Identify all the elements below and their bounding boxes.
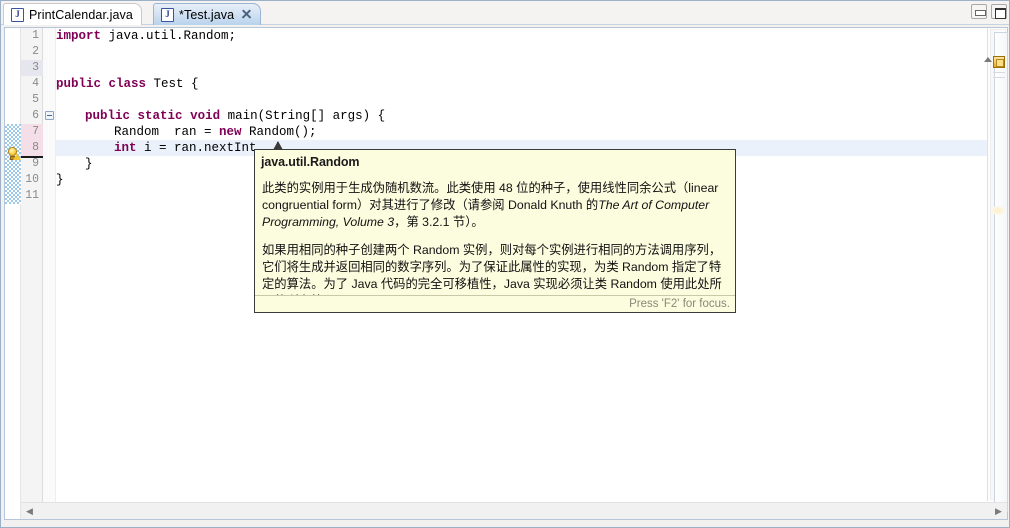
- line-number: 7: [32, 125, 39, 138]
- line-number: 5: [32, 93, 39, 106]
- editor-tab-bar: J PrintCalendar.java J *Test.java: [1, 1, 1009, 25]
- minimize-button[interactable]: [971, 4, 987, 19]
- window-bottom-edge: [4, 520, 1006, 524]
- scroll-right-icon[interactable]: ▶: [990, 503, 1007, 519]
- keyword-token: public: [56, 77, 102, 91]
- ruler-tick: [993, 72, 1005, 73]
- keyword-token: public: [85, 109, 131, 123]
- warning-marker[interactable]: [993, 56, 1005, 68]
- line-number-ruler: 1 2 3 4 5 6 7 8 9 10 11: [21, 28, 43, 519]
- collapse-icon[interactable]: [45, 111, 54, 120]
- java-file-icon: J: [11, 7, 24, 22]
- scrollbar-thumb[interactable]: [994, 32, 1008, 512]
- keyword-token: import: [56, 29, 102, 43]
- code-line-10: }: [56, 172, 64, 188]
- keyword-token: int: [114, 141, 137, 155]
- keyword-token: class: [108, 77, 147, 91]
- selection-range-indicator: [5, 124, 21, 204]
- line-number: 11: [25, 189, 39, 202]
- javadoc-hover-tooltip: java.util.Random 此类的实例用于生成伪随机数流。此类使用 48 …: [254, 149, 736, 313]
- tooltip-p1-text-b: ，第 3.2.1 节）。: [394, 215, 484, 229]
- tooltip-title: java.util.Random: [261, 155, 360, 169]
- plain-token: java.util.Random;: [101, 29, 237, 43]
- eclipse-editor-window: J PrintCalendar.java J *Test.java 1 2 3 …: [0, 0, 1010, 528]
- caret-position-marker: [984, 57, 992, 62]
- java-file-icon: J: [161, 7, 174, 22]
- annotation-ruler[interactable]: [5, 28, 21, 519]
- ruler-tick: [993, 77, 1005, 78]
- quickfix-warning-bulb-icon[interactable]: [6, 147, 21, 161]
- plain-token: }: [85, 157, 93, 171]
- plain-token: i = ran.nextInt: [136, 141, 257, 155]
- tab-test-java[interactable]: J *Test.java: [153, 3, 262, 25]
- plain-token: main(String[] args) {: [220, 109, 386, 123]
- maximize-button[interactable]: [991, 4, 1007, 19]
- code-line-6: public static void main(String[] args) {: [85, 108, 385, 124]
- close-icon[interactable]: [241, 9, 252, 20]
- window-controls: [971, 4, 1007, 19]
- line-number: 4: [32, 77, 39, 90]
- keyword-token: void: [190, 109, 221, 123]
- tab-label: *Test.java: [179, 7, 235, 22]
- line-number: 9: [32, 157, 39, 170]
- scroll-left-icon[interactable]: ◀: [21, 503, 38, 519]
- code-line-8: int i = ran.nextInt: [114, 140, 257, 156]
- line-number: 10: [25, 173, 39, 186]
- tooltip-paragraph-1: 此类的实例用于生成伪随机数流。此类使用 48 位的种子，使用线性同余公式（lin…: [262, 180, 727, 231]
- scrollbar-track[interactable]: [990, 29, 1008, 512]
- keyword-token: static: [137, 109, 183, 123]
- line-number: 3: [32, 61, 39, 74]
- occurrence-marker: [991, 206, 1005, 215]
- tooltip-focus-hint: Press 'F2' for focus.: [629, 298, 730, 310]
- keyword-token: new: [219, 125, 242, 139]
- plain-token: }: [56, 173, 64, 187]
- code-line-7: Random ran = new Random();: [114, 124, 317, 140]
- code-line-9: }: [85, 156, 93, 172]
- plain-token: Random();: [241, 125, 317, 139]
- line-number: 6: [32, 109, 39, 122]
- plain-token: Random ran =: [114, 125, 220, 139]
- code-folding-ruler[interactable]: [43, 28, 56, 519]
- code-line-4: public class Test {: [56, 76, 199, 92]
- plain-token: Test {: [146, 77, 199, 91]
- code-line-1: import java.util.Random;: [56, 28, 236, 44]
- line-number: 1: [32, 29, 39, 42]
- tooltip-footer: Press 'F2' for focus.: [255, 295, 735, 312]
- horizontal-scrollbar[interactable]: ◀ ▶: [21, 502, 1007, 519]
- tab-label: PrintCalendar.java: [29, 7, 133, 22]
- overview-ruler[interactable]: [984, 28, 1008, 512]
- line-number: 8: [32, 141, 39, 154]
- tab-printcalendar-java[interactable]: J PrintCalendar.java: [3, 3, 142, 25]
- line-number: 2: [32, 45, 39, 58]
- tooltip-body: 此类的实例用于生成伪随机数流。此类使用 48 位的种子，使用线性同余公式（lin…: [255, 180, 735, 312]
